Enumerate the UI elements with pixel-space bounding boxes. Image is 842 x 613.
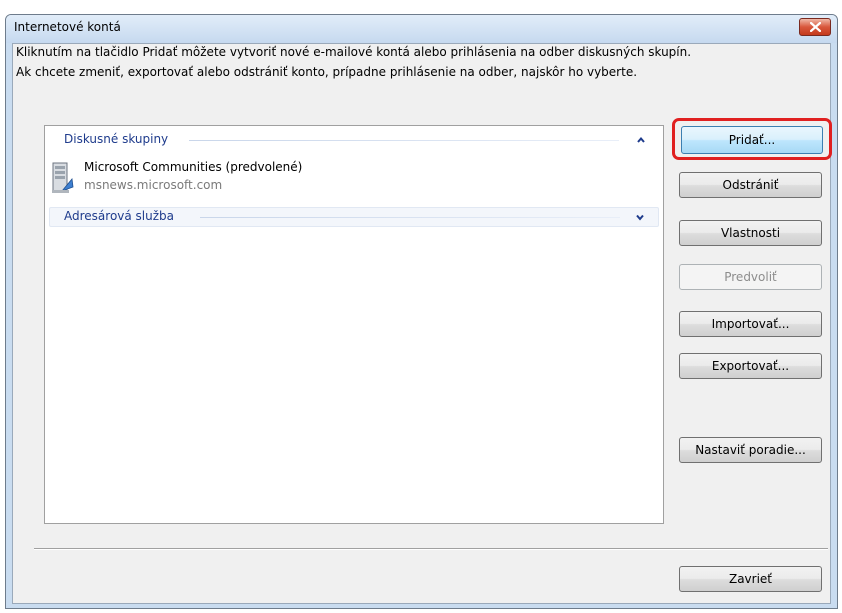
chevron-up-icon[interactable] (635, 134, 647, 146)
footer-separator (34, 548, 828, 550)
close-x-icon (810, 22, 821, 32)
account-server: msnews.microsoft.com (84, 178, 223, 192)
instructions-line-1: Kliknutím na tlačidlo Pridať môžete vytv… (16, 45, 692, 59)
instructions-text: Kliknutím na tlačidlo Pridať môžete vytv… (16, 42, 816, 82)
group-label-newsgroups: Diskusné skupiny (64, 132, 169, 146)
chevron-down-icon[interactable] (634, 211, 646, 223)
close-button[interactable]: Zavrieť (679, 566, 822, 592)
group-divider-line (200, 217, 620, 218)
window-close-button[interactable] (799, 18, 831, 36)
instructions-line-2: Ak chcete zmeniť, exportovať alebo odstr… (16, 65, 638, 79)
group-divider-line (189, 140, 619, 141)
account-name: Microsoft Communities (predvolené) (84, 160, 303, 174)
list-item-account[interactable]: Microsoft Communities (predvolené) msnew… (49, 156, 649, 200)
group-header-directory-service[interactable]: Adresárová služba (49, 207, 659, 227)
remove-button[interactable]: Odstrániť (679, 172, 822, 198)
accounts-list[interactable]: Diskusné skupiny Microsoft Communities (… (44, 125, 664, 524)
title-bar[interactable]: Internetové kontá (6, 15, 837, 43)
group-label-directory-service: Adresárová služba (64, 209, 175, 223)
export-button[interactable]: Exportovať... (679, 353, 822, 379)
import-button[interactable]: Importovať... (679, 311, 822, 337)
set-default-button[interactable]: Predvoliť (679, 264, 822, 290)
news-server-icon (52, 162, 74, 193)
group-header-newsgroups[interactable]: Diskusné skupiny (49, 130, 659, 150)
add-button[interactable]: Pridať... (681, 126, 823, 154)
set-order-button[interactable]: Nastaviť poradie... (679, 437, 822, 463)
properties-button[interactable]: Vlastnosti (679, 220, 822, 246)
window-title: Internetové kontá (14, 20, 121, 34)
